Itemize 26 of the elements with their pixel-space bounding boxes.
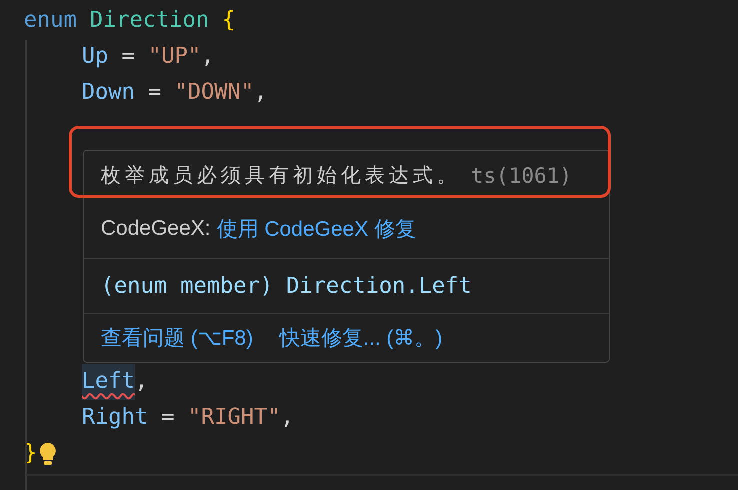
punctuation: = [120,43,136,71]
lightbulb-icon[interactable] [39,442,58,466]
keyword: enum [24,7,77,35]
member-name: Left [82,364,135,400]
fix-link[interactable]: 使用 CodeGeeX 修复 [216,215,416,243]
punctuation: , [280,404,294,432]
action-link[interactable]: 查看问题 (⌥F8) [101,324,254,352]
string-literal: "DOWN" [174,79,254,107]
punctuation: , [201,43,214,71]
type-name: Direction [90,7,210,35]
member-name: Right [82,404,148,432]
member-name: Up [82,43,108,71]
brace: { [222,7,236,35]
action-link[interactable]: 快速修复... (⌘。) [279,324,443,352]
error-code: ts(1061) [471,164,572,188]
error-message: 枚举成员必须具有初始化表达式。 [101,162,461,189]
punctuation: , [134,368,148,396]
punctuation: = [147,79,162,107]
signature-text: (enum member) Direction.Left [101,274,472,298]
punctuation: , [254,79,268,107]
ai-label: CodeGeeX: [101,217,211,241]
punctuation: = [160,404,176,432]
member-name: Down [82,79,135,107]
string-literal: "UP" [148,43,202,71]
string-literal: "RIGHT" [188,404,281,432]
brace: } [24,440,38,468]
